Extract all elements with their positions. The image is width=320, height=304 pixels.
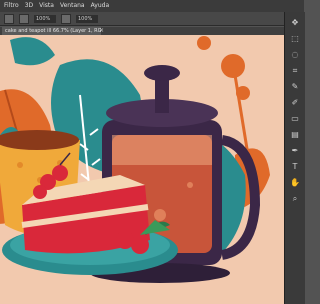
brush-preset-icon[interactable] bbox=[19, 13, 29, 24]
menu-item-3d[interactable]: 3D bbox=[25, 0, 33, 12]
bubble bbox=[187, 182, 193, 188]
press-foam bbox=[112, 135, 212, 165]
canvas-area[interactable] bbox=[0, 35, 284, 304]
document-tab-bar: cake and teapot ill 66.7% (Layer 1, RGB/… bbox=[0, 27, 284, 35]
crop-tool-icon[interactable]: ⌗ bbox=[290, 66, 300, 76]
zoom-tool-icon[interactable]: ⌕ bbox=[290, 194, 300, 204]
marquee-tool-icon[interactable]: ⬚ bbox=[290, 34, 300, 44]
berry bbox=[197, 36, 211, 50]
tools-panel: ✥ ⬚ ◌ ⌗ ✎ ✐ ▭ ▤ ✒ T ✋ ⌕ bbox=[284, 12, 305, 304]
menu-item-filtro[interactable]: Filtro bbox=[4, 0, 19, 12]
zoom-field[interactable]: 100% bbox=[34, 14, 56, 23]
type-tool-icon[interactable]: T bbox=[290, 162, 300, 172]
move-tool-icon[interactable]: ✥ bbox=[290, 18, 300, 28]
bubble bbox=[154, 209, 166, 221]
berry bbox=[221, 54, 245, 78]
press-knob bbox=[144, 65, 180, 81]
hand-tool-icon[interactable]: ✋ bbox=[290, 178, 300, 188]
airbrush-icon[interactable] bbox=[61, 13, 71, 24]
eraser-tool-icon[interactable]: ▭ bbox=[290, 114, 300, 124]
pen-tool-icon[interactable]: ✒ bbox=[290, 146, 300, 156]
cherry bbox=[52, 165, 68, 181]
cup-dot bbox=[17, 162, 23, 168]
brush-tool-icon[interactable]: ✐ bbox=[290, 98, 300, 108]
menu-item-ventana[interactable]: Ventana bbox=[60, 0, 85, 12]
tool-preset-icon[interactable] bbox=[4, 13, 14, 24]
menu-item-vista[interactable]: Vista bbox=[39, 0, 54, 12]
options-bar: 100% 100% bbox=[0, 12, 304, 26]
eyedropper-tool-icon[interactable]: ✎ bbox=[290, 82, 300, 92]
illustration bbox=[0, 35, 284, 304]
fill-field[interactable]: 100% bbox=[76, 14, 98, 23]
menu-item-ayuda[interactable]: Ayuda bbox=[91, 0, 110, 12]
document-tab[interactable]: cake and teapot ill 66.7% (Layer 1, RGB/… bbox=[2, 27, 101, 35]
cherry bbox=[131, 236, 149, 254]
gradient-tool-icon[interactable]: ▤ bbox=[290, 130, 300, 140]
lasso-tool-icon[interactable]: ◌ bbox=[290, 50, 300, 60]
close-tab-icon[interactable]: × bbox=[99, 27, 104, 35]
cherry bbox=[33, 185, 47, 199]
menu-bar: Filtro 3D Vista Ventana Ayuda bbox=[0, 0, 304, 12]
